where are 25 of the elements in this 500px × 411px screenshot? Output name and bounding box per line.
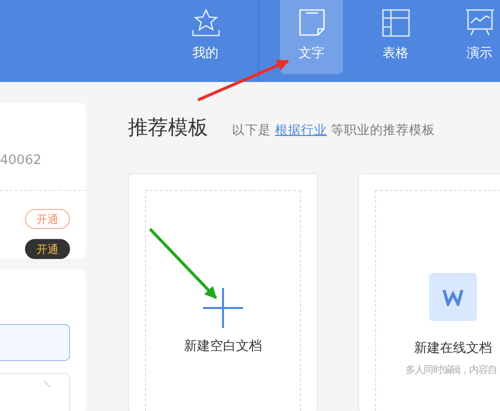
option-row[interactable] xyxy=(0,373,70,411)
template-card[interactable]: 新建在线文档 多人同时编辑，内容自 xyxy=(358,173,500,411)
chevron-icon xyxy=(43,380,51,388)
star-icon xyxy=(190,8,220,38)
card-label: 新建空白文档 xyxy=(184,338,262,355)
document-icon xyxy=(429,273,477,321)
option-field[interactable] xyxy=(0,324,70,361)
card-description: 多人同时编辑，内容自 xyxy=(405,364,496,377)
card-label: 新建在线文档 xyxy=(414,340,492,357)
activate-button[interactable]: 开通 xyxy=(25,209,70,229)
section-subtitle: 以下是 根据行业 等职业的推荐模板 xyxy=(232,122,435,139)
industry-link[interactable]: 根据行业 xyxy=(274,122,327,137)
template-card[interactable]: 新建空白文档 xyxy=(128,173,318,411)
tab[interactable]: 表格 xyxy=(364,0,427,74)
table-icon xyxy=(380,8,410,38)
section-title: 推荐模板 xyxy=(128,114,208,141)
plus-icon xyxy=(203,288,243,328)
presentation-icon xyxy=(464,8,494,38)
tab[interactable]: 文字 xyxy=(280,0,343,74)
tab[interactable]: 我的 xyxy=(174,0,237,74)
note-icon xyxy=(296,8,326,38)
pointer-arrow xyxy=(148,228,218,300)
account-number: 40062 xyxy=(0,153,42,170)
activate-button[interactable]: 开通 xyxy=(25,239,70,259)
tab[interactable]: 演示 xyxy=(448,0,500,74)
